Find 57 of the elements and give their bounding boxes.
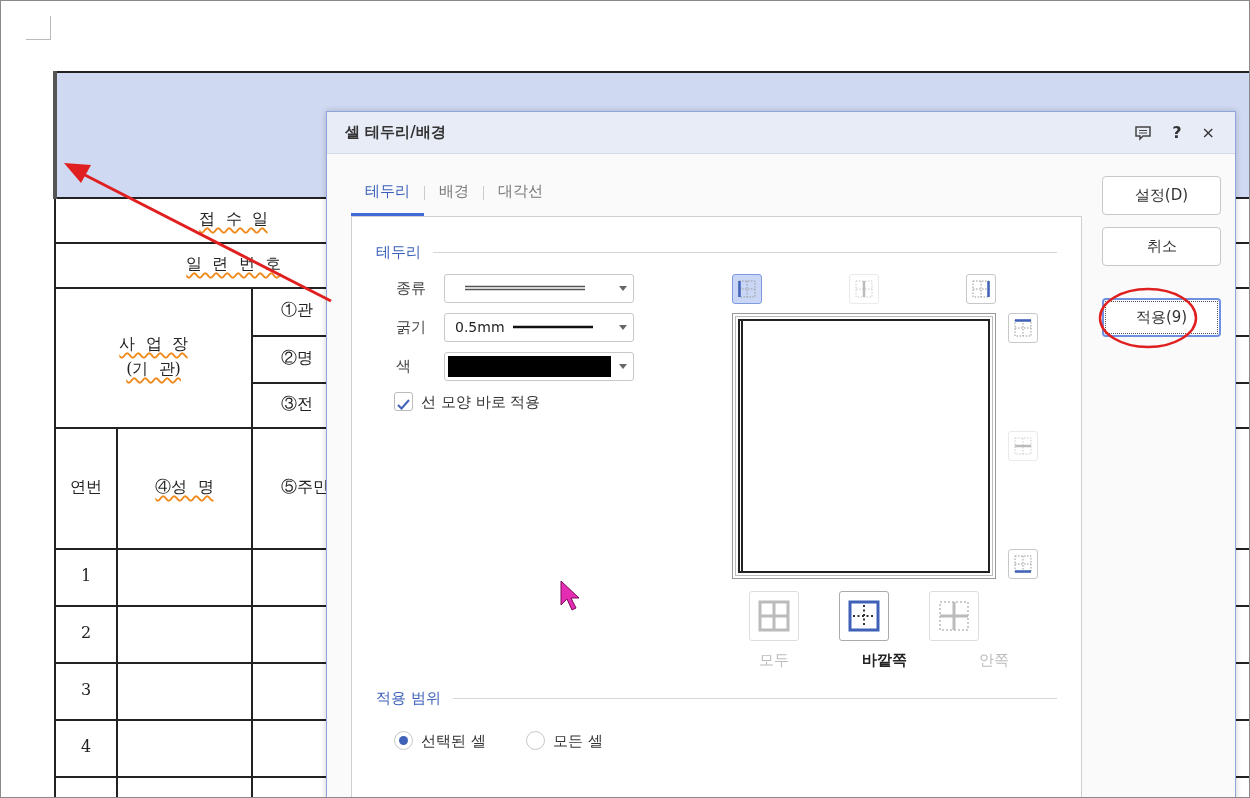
line-icon bbox=[512, 325, 593, 329]
border-edge-button[interactable] bbox=[732, 273, 762, 304]
thickness-dropdown[interactable]: 0.5mm bbox=[444, 312, 634, 342]
border-edge-icon bbox=[1013, 317, 1033, 338]
preset-label: 안쪽 bbox=[978, 649, 1010, 671]
dialog-title: 셀 테두리/배경 bbox=[345, 122, 446, 144]
color-dropdown[interactable] bbox=[444, 351, 634, 381]
field-label: 굵기 bbox=[396, 316, 427, 338]
row-number: 3 bbox=[80, 679, 92, 701]
caret-icon bbox=[619, 364, 627, 369]
help-button[interactable]: ? bbox=[1166, 124, 1188, 141]
line-type-dropdown[interactable] bbox=[444, 273, 634, 303]
border-edge-icon bbox=[1013, 435, 1033, 456]
radio-label: 모든 셀 bbox=[552, 730, 603, 752]
section-title: 테두리 bbox=[376, 242, 421, 263]
tab[interactable]: 배경 bbox=[425, 170, 483, 216]
border-edge-button[interactable] bbox=[966, 273, 996, 304]
table-cell-text: ②명 bbox=[281, 347, 313, 369]
field-label: 색 bbox=[396, 355, 412, 377]
dialog-button[interactable]: 설정(D) bbox=[1102, 176, 1221, 215]
border-edge-icon bbox=[854, 278, 874, 299]
radio-button[interactable] bbox=[525, 731, 545, 751]
dialog-button[interactable]: 적용(9) bbox=[1102, 298, 1221, 337]
checkbox[interactable] bbox=[394, 392, 413, 412]
preset-label: 모두 bbox=[758, 649, 790, 671]
table-cell-text: (기 관) bbox=[126, 359, 181, 380]
preset-button[interactable] bbox=[839, 590, 889, 641]
column-header: ⑤주민 bbox=[281, 476, 329, 498]
grid-icon bbox=[758, 599, 790, 632]
caret-icon bbox=[619, 325, 627, 330]
mouse-cursor-icon bbox=[560, 580, 580, 611]
column-header: 연번 bbox=[70, 476, 102, 498]
row-number: 1 bbox=[80, 565, 92, 587]
radio-label: 선택된 셀 bbox=[421, 730, 486, 752]
table-cell-text: 접 수 일 bbox=[199, 208, 268, 230]
border-edge-icon bbox=[1013, 553, 1033, 574]
caret-icon bbox=[619, 286, 627, 291]
section-title: 적용 범위 bbox=[376, 688, 441, 709]
grid-icon bbox=[938, 599, 970, 632]
table-cell-text: 사 업 장 bbox=[119, 333, 188, 355]
close-button[interactable]: × bbox=[1195, 124, 1221, 141]
checkbox-label: 선 모양 바로 적용 bbox=[421, 391, 541, 413]
grid-icon bbox=[848, 599, 880, 632]
dialog-button[interactable]: 취소 bbox=[1102, 227, 1221, 266]
preset-label: 바깥쪽 bbox=[860, 649, 908, 671]
table-cell-text: ①관 bbox=[281, 300, 313, 322]
row-number: 2 bbox=[80, 622, 92, 644]
field-label: 종류 bbox=[396, 277, 427, 299]
border-edge-icon bbox=[737, 278, 757, 299]
radio-button[interactable] bbox=[394, 731, 413, 751]
tab[interactable]: 대각선 bbox=[484, 170, 557, 216]
row-number: 4 bbox=[80, 736, 92, 758]
border-edge-button[interactable] bbox=[1008, 548, 1038, 579]
column-header: ④성 명 bbox=[155, 476, 214, 498]
table-cell-text: ③전 bbox=[281, 393, 313, 415]
border-edge-button[interactable] bbox=[1008, 312, 1038, 343]
border-edge-icon bbox=[971, 278, 991, 299]
